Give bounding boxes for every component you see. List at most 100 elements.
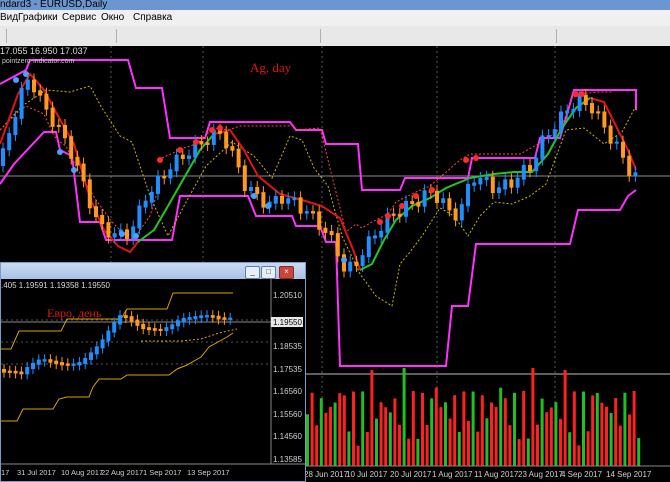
watermark-text: pointzero-indicator.com: [2, 58, 75, 65]
candle-body: [528, 164, 532, 172]
signal-dot-red: [377, 219, 383, 225]
volume-bar: [388, 412, 392, 466]
volume-bar: [375, 418, 378, 466]
sub-candle-body: [228, 317, 233, 320]
sub-candle-body: [100, 339, 105, 349]
signal-dot-red: [177, 147, 183, 153]
signal-dot-red: [399, 203, 405, 209]
volume-bar: [329, 406, 332, 466]
menu-item-window[interactable]: Окно: [101, 10, 124, 26]
volume-bar: [338, 393, 342, 466]
candle-body: [335, 233, 340, 257]
x-axis-label: 17: [1, 468, 9, 477]
candle-body: [38, 90, 43, 96]
toolbar-separator: [320, 29, 321, 43]
candle-body: [608, 125, 613, 144]
volume-bar: [499, 387, 503, 466]
candle-body: [106, 222, 111, 238]
x-axis-label: 20 Jul 2017: [390, 470, 432, 479]
volume-bar: [324, 412, 328, 466]
menu-item-charts[interactable]: Графики: [18, 10, 58, 26]
candle-body: [416, 201, 421, 207]
sub-upper-band: [1, 292, 233, 350]
menu-item-help[interactable]: Справка: [133, 10, 172, 26]
volume-bar: [628, 414, 631, 466]
candle-body: [354, 261, 359, 266]
toolbar-separator: [6, 29, 7, 43]
signal-markers: [13, 71, 585, 263]
sub-candle-body: [210, 315, 215, 318]
menu-item-tools[interactable]: Сервис: [62, 10, 96, 26]
candle-body: [304, 211, 309, 214]
signal-dot-red: [573, 91, 579, 97]
candle-body: [32, 79, 36, 93]
sub-candle-body: [135, 319, 140, 326]
candle-body: [174, 154, 179, 172]
signal-dot-blue: [265, 203, 271, 209]
volume-bar: [342, 395, 346, 466]
menu-item-view[interactable]: Вид: [0, 10, 18, 26]
candle-body: [137, 205, 142, 229]
sub-candle-body: [48, 359, 53, 363]
sub-info-line: .405 1.19591 1.19358 1.19550: [1, 281, 111, 290]
volume-bar: [591, 395, 595, 466]
maximize-button[interactable]: □: [261, 266, 276, 279]
menu-bar: Вид Графики Сервис Окно Справка: [0, 10, 670, 27]
candle-body: [180, 154, 185, 159]
volume-bar: [563, 370, 567, 466]
volume-bar: [582, 391, 585, 466]
window-titlebar: ndard3 - EURUSD,Daily: [0, 0, 670, 10]
sub-candle-body: [54, 360, 59, 365]
candle-body: [81, 163, 86, 182]
eurusd-subwindow[interactable]: _ □ × .405 1.19591 1.19358 1.19550 Евро,…: [0, 262, 306, 482]
volume-bar: [609, 413, 613, 466]
x-axis-label: 1 Sep 2017: [143, 468, 181, 477]
signal-dot-blue: [119, 231, 125, 237]
volume-bar: [402, 367, 406, 466]
candle-body: [125, 229, 129, 239]
y-axis-label: 1.16560: [273, 387, 302, 396]
signal-dot-red: [473, 155, 479, 161]
candle-body: [453, 208, 458, 221]
sub-candle-body: [193, 316, 198, 320]
sub-candle-body: [181, 317, 186, 323]
sub-candle-body: [216, 315, 221, 320]
candle-body: [391, 213, 396, 216]
volume-bar: [513, 392, 516, 466]
signal-dot-red: [463, 157, 469, 163]
candle-body: [596, 111, 601, 114]
volume-bar: [618, 425, 622, 466]
volume-bar: [503, 398, 507, 466]
y-axis-label: 1.15560: [273, 410, 302, 419]
candle-body: [249, 186, 253, 191]
toolbar: [0, 26, 670, 47]
candle-body: [422, 190, 427, 207]
volume-bar: [434, 387, 438, 466]
volume-bar: [490, 402, 493, 466]
toolbar-separator: [116, 29, 117, 43]
volume-bar: [572, 391, 576, 466]
volume-bar: [522, 391, 526, 466]
sub-candle-body: [129, 316, 134, 322]
candle-body: [484, 176, 489, 180]
candle-body: [149, 191, 154, 203]
volume-bar: [540, 398, 544, 466]
candle-body: [94, 206, 98, 218]
candle-body: [614, 141, 619, 144]
x-axis-label: 10 Jul 2017: [346, 470, 388, 479]
candle-body: [559, 111, 563, 132]
candle-body: [100, 215, 105, 225]
window-title: ndard3 - EURUSD,Daily: [0, 0, 108, 10]
candle-body: [404, 201, 408, 217]
volume-bar: [623, 392, 627, 466]
subwindow-titlebar[interactable]: _ □ ×: [1, 263, 305, 279]
volume-bar: [526, 438, 530, 466]
close-button[interactable]: ×: [279, 266, 294, 279]
volume-bar: [559, 418, 562, 466]
volume-bar: [471, 391, 475, 466]
candle-body: [602, 111, 607, 128]
volume-bar: [480, 395, 484, 466]
subwindow-chart-canvas[interactable]: .405 1.19591 1.19358 1.19550 Евро, день …: [1, 279, 305, 481]
x-axis-label: 31 Jul 2017: [17, 468, 56, 477]
minimize-button[interactable]: _: [245, 266, 260, 279]
